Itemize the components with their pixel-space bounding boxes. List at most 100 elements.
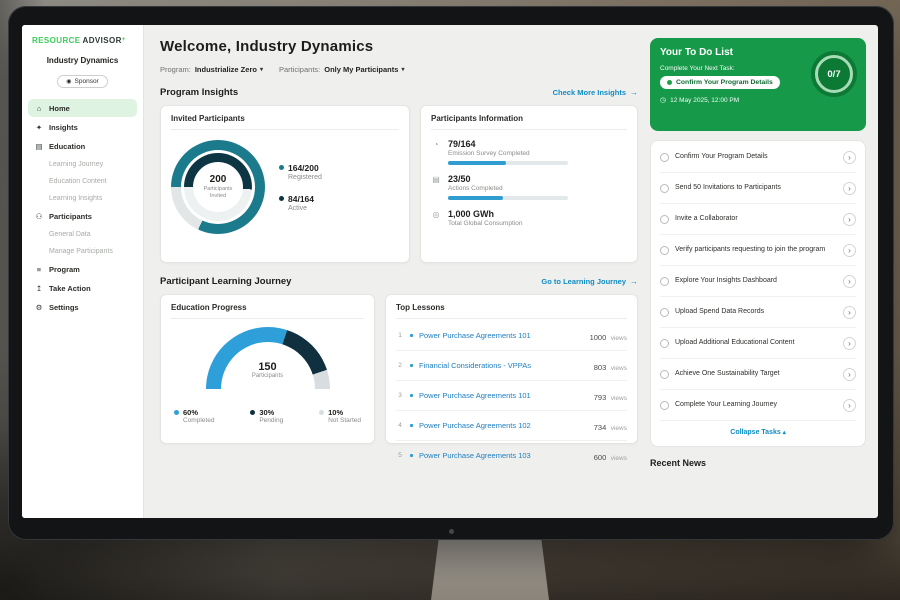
chevron-up-icon: ▴ (783, 430, 786, 436)
task-chevron-button[interactable]: › (843, 182, 856, 195)
program-insights-header: Program Insights Check More Insights → (160, 87, 638, 98)
lesson-link[interactable]: Financial Considerations - VPPAs (419, 361, 588, 370)
photo-background: RESOURCEADVISOR+ Industry Dynamics ◉ Spo… (0, 0, 900, 600)
learning-journey-header: Participant Learning Journey Go to Learn… (160, 276, 638, 287)
chevron-down-icon: ▾ (401, 66, 404, 73)
program-select[interactable]: Industrialize Zero ▾ (195, 65, 263, 74)
go-to-learning-journey-link[interactable]: Go to Learning Journey → (541, 277, 638, 286)
task-checkbox[interactable] (660, 370, 669, 379)
task-checkbox[interactable] (660, 277, 669, 286)
participants-select[interactable]: Only My Participants ▾ (324, 65, 404, 74)
page-title: Welcome, Industry Dynamics (160, 38, 638, 55)
task-row[interactable]: Upload Spend Data Records › (660, 297, 856, 328)
lesson-link[interactable]: Power Purchase Agreements 103 (419, 451, 588, 460)
invited-donut-chart: 200 Participants Invited (171, 140, 265, 234)
lesson-views-label: views (611, 335, 627, 342)
legend-label: Active (288, 205, 322, 212)
monitor-bezel: RESOURCEADVISOR+ Industry Dynamics ◉ Spo… (8, 6, 894, 540)
participants-information-card: Participants Information ◔ 79/164 Emissi… (420, 105, 638, 263)
lesson-bullet-icon (410, 364, 413, 367)
task-chevron-button[interactable]: › (843, 306, 856, 319)
task-row[interactable]: Upload Additional Educational Content › (660, 328, 856, 359)
task-label: Explore Your Insights Dashboard (675, 276, 837, 285)
sidebar-item[interactable]: Manage Participants (28, 243, 137, 259)
sidebar-item[interactable]: Learning Insights (28, 190, 137, 206)
lesson-bullet-icon (410, 454, 413, 457)
lesson-rank: 3 (396, 392, 404, 399)
task-chevron-button[interactable]: › (843, 275, 856, 288)
next-task-label: Confirm Your Program Details (676, 79, 773, 86)
lesson-views: 734 views (594, 417, 627, 435)
sponsor-badge[interactable]: ◉ Sponsor (57, 75, 107, 88)
lesson-link[interactable]: Power Purchase Agreements 101 (419, 331, 584, 340)
task-checkbox[interactable] (660, 215, 669, 224)
sponsor-badge-wrap: ◉ Sponsor (22, 70, 143, 88)
sidebar-item[interactable]: ⚇ Participants (28, 207, 137, 225)
top-lessons-card: Top Lessons 1 Power Purchase Agreements … (385, 294, 638, 444)
todo-tasks-card: Confirm Your Program Details › Send 50 I… (650, 140, 866, 447)
nav-item-label: Home (49, 104, 70, 113)
sidebar-item[interactable]: ⚙ Settings (28, 298, 137, 316)
task-row[interactable]: Explore Your Insights Dashboard › (660, 266, 856, 297)
nav-item-icon: ≡ (34, 265, 44, 274)
lesson-link[interactable]: Power Purchase Agreements 102 (419, 421, 588, 430)
task-checkbox[interactable] (660, 308, 669, 317)
legend-line: 30% (250, 408, 283, 417)
task-checkbox[interactable] (660, 184, 669, 193)
task-label: Confirm Your Program Details (675, 152, 837, 161)
legend-item: 30% Pending (250, 408, 283, 424)
task-chevron-button[interactable]: › (843, 368, 856, 381)
logo-text-primary: RESOURCE (32, 36, 81, 45)
sidebar-item[interactable]: ⌂ Home (28, 99, 137, 117)
invited-card-body: 200 Participants Invited (171, 130, 399, 234)
lesson-row: 5 Power Purchase Agreements 103 600 view… (396, 441, 627, 470)
sidebar-item[interactable]: ✦ Insights (28, 118, 137, 136)
check-more-insights-link[interactable]: Check More Insights → (553, 88, 638, 97)
nav-item-label: Learning Journey (49, 161, 103, 168)
stat-progress-fill (448, 161, 506, 165)
lesson-rank: 5 (396, 452, 404, 459)
lesson-link[interactable]: Power Purchase Agreements 101 (419, 391, 588, 400)
legend-item: 84/164 Active (279, 194, 322, 212)
task-checkbox[interactable] (660, 401, 669, 410)
sidebar-item[interactable]: Education Content (28, 173, 137, 189)
link-label: Go to Learning Journey (541, 277, 626, 286)
legend-value: 30% (259, 408, 274, 417)
task-chevron-button[interactable]: › (843, 213, 856, 226)
task-checkbox[interactable] (660, 246, 669, 255)
task-row[interactable]: Verify participants requesting to join t… (660, 235, 856, 266)
nav-item-label: Learning Insights (49, 195, 102, 202)
task-chevron-button[interactable]: › (843, 337, 856, 350)
task-row[interactable]: Send 50 Invitations to Participants › (660, 173, 856, 204)
sidebar-item[interactable]: Learning Journey (28, 156, 137, 172)
lesson-bullet-icon (410, 424, 413, 427)
todo-due-row: ◷ 12 May 2025, 12:00 PM (660, 96, 856, 104)
sidebar-item[interactable]: General Data (28, 226, 137, 242)
collapse-tasks-link[interactable]: Collapse Tasks ▴ (660, 421, 856, 444)
lesson-views: 793 views (594, 387, 627, 405)
monitor-stand (431, 534, 549, 600)
next-task-pill[interactable]: Confirm Your Program Details (660, 76, 780, 89)
sponsor-icon: ◉ (66, 78, 71, 85)
task-row[interactable]: Achieve One Sustainability Target › (660, 359, 856, 390)
task-chevron-button[interactable]: › (843, 399, 856, 412)
sidebar-nav: ⌂ Home ✦ Insights ▤ Education (22, 99, 143, 316)
sidebar-item[interactable]: ↥ Take Action (28, 279, 137, 297)
dashboard-screen: RESOURCEADVISOR+ Industry Dynamics ◉ Spo… (22, 25, 878, 518)
task-chevron-button[interactable]: › (843, 151, 856, 164)
nav-item-icon: ▤ (34, 142, 44, 151)
lesson-views-value: 734 (594, 423, 607, 432)
lesson-views-label: views (611, 395, 627, 402)
sidebar-item[interactable]: ≡ Program (28, 260, 137, 278)
legend-line: 84/164 (279, 194, 322, 204)
task-checkbox[interactable] (660, 339, 669, 348)
task-chevron-button[interactable]: › (843, 244, 856, 257)
sidebar-item[interactable]: ▤ Education (28, 137, 137, 155)
task-checkbox[interactable] (660, 153, 669, 162)
task-row[interactable]: Confirm Your Program Details › (660, 142, 856, 173)
task-row[interactable]: Invite a Collaborator › (660, 204, 856, 235)
task-row[interactable]: Complete Your Learning Journey › (660, 390, 856, 421)
lesson-row: 1 Power Purchase Agreements 101 1000 vie… (396, 321, 627, 351)
task-label: Upload Additional Educational Content (675, 338, 837, 347)
stat-progress-fill (448, 196, 503, 200)
